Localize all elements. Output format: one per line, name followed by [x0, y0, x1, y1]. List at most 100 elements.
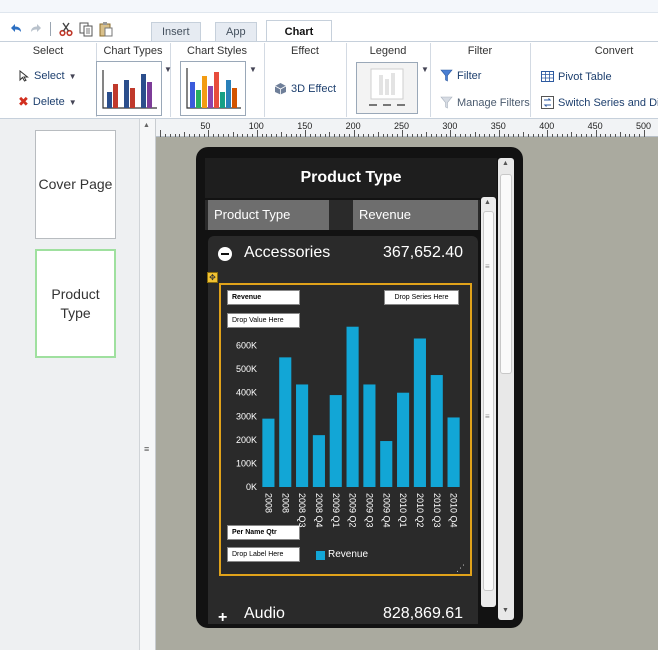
- copy-icon[interactable]: [78, 21, 94, 37]
- select-button[interactable]: Select ▼: [18, 70, 77, 82]
- ruler-tick: [353, 130, 355, 137]
- ruler-tick: [208, 130, 210, 137]
- y-tick-label: 400K: [236, 388, 257, 398]
- scroll-up-icon[interactable]: ▲: [484, 199, 491, 206]
- manage-filters-button[interactable]: Manage Filters: [440, 96, 530, 109]
- pivot-table-label: Pivot Table: [558, 70, 612, 83]
- x-tick-label: 2010 Q1: [398, 493, 408, 528]
- group-effect-title: Effect: [291, 45, 319, 57]
- ruler-tick: [450, 130, 452, 137]
- bar[interactable]: [296, 384, 309, 487]
- table-icon: [541, 71, 554, 82]
- ruler-tick: [595, 130, 597, 137]
- y-tick-label: 300K: [236, 411, 257, 421]
- pointer-icon: [19, 70, 29, 82]
- filter-icon: [440, 69, 453, 82]
- legend-gallery[interactable]: [356, 62, 418, 114]
- move-handle-icon[interactable]: ✥: [207, 272, 218, 283]
- pivot-table-button[interactable]: Pivot Table: [541, 70, 612, 83]
- switch-series-label: Switch Series and Dim: [558, 96, 658, 109]
- tab-insert[interactable]: Insert: [151, 22, 201, 41]
- cut-icon[interactable]: [58, 21, 74, 37]
- y-tick-label: 500K: [236, 364, 257, 374]
- cube-icon: [274, 83, 287, 95]
- redo-icon[interactable]: [28, 21, 44, 37]
- x-tick-label: 2010 Q4: [449, 493, 459, 528]
- chart-style-gallery[interactable]: [180, 61, 246, 116]
- legend-swatch: [316, 551, 325, 560]
- ruler-tick: [256, 130, 258, 137]
- switch-series-button[interactable]: Switch Series and Dim: [541, 96, 658, 109]
- panel-scrollbar[interactable]: ▲ ≡: [139, 119, 155, 650]
- scroll-thumb[interactable]: ≡ ≡: [483, 211, 494, 591]
- legend-label: Revenue: [328, 549, 369, 560]
- device-scrollbar[interactable]: ▲ ▼: [498, 158, 514, 620]
- scroll-thumb[interactable]: [500, 174, 512, 374]
- bar[interactable]: [346, 326, 359, 487]
- bar[interactable]: [380, 441, 393, 487]
- bar[interactable]: [430, 375, 443, 487]
- x-tick-label: 2008: [280, 493, 290, 513]
- chevron-down-icon[interactable]: ▼: [421, 65, 429, 74]
- collapse-icon[interactable]: [218, 247, 232, 261]
- bar[interactable]: [363, 384, 376, 487]
- page-thumbnail-label: Cover Page: [38, 176, 113, 192]
- y-tick-label: 600K: [236, 341, 257, 351]
- group-value: 367,652.40: [383, 244, 464, 261]
- page-thumbnail-cover[interactable]: Cover Page: [35, 130, 116, 239]
- expand-icon[interactable]: +: [218, 609, 227, 627]
- column-header-revenue[interactable]: Revenue: [353, 200, 478, 230]
- group-select-title: Select: [32, 45, 64, 57]
- y-tick-label: 100K: [236, 458, 257, 468]
- scroll-up-icon[interactable]: ▲: [502, 160, 509, 167]
- ruler-tick: [402, 130, 403, 137]
- chart-style-icon: [186, 68, 241, 109]
- column-header-product-type[interactable]: Product Type: [208, 200, 329, 230]
- page-thumbnail-product-type[interactable]: Product Type: [35, 249, 116, 358]
- x-tick-label: 2009 Q4: [381, 493, 391, 528]
- paste-icon[interactable]: [98, 21, 114, 37]
- tab-app[interactable]: App: [215, 22, 257, 41]
- filter-button[interactable]: Filter: [440, 69, 481, 82]
- select-label: Select: [34, 70, 65, 82]
- bar[interactable]: [312, 435, 325, 487]
- bar[interactable]: [262, 418, 275, 487]
- tab-chart[interactable]: Chart: [266, 20, 332, 42]
- switch-icon: [541, 96, 554, 109]
- group-filter-title: Filter: [467, 45, 493, 57]
- group-chart-types-title: Chart Types: [103, 45, 163, 57]
- x-tick-label: 2008 Q4: [314, 493, 324, 528]
- group-convert-title: Convert: [594, 45, 634, 57]
- x-tick-label: 2010 Q3: [432, 493, 442, 528]
- undo-icon[interactable]: [8, 21, 24, 37]
- ruler-tick: [160, 130, 161, 137]
- report-title: Product Type: [205, 158, 497, 198]
- bar[interactable]: [447, 417, 460, 487]
- manage-filters-label: Manage Filters: [457, 96, 530, 109]
- bar[interactable]: [397, 392, 410, 487]
- chart-type-gallery[interactable]: [96, 61, 162, 116]
- 3d-effect-button[interactable]: 3D Effect: [274, 82, 336, 95]
- chevron-down-icon: ▼: [68, 71, 77, 81]
- x-tick-label: 2009 Q3: [364, 493, 374, 528]
- group-legend-title: Legend: [369, 45, 407, 57]
- grip-icon[interactable]: ≡: [144, 444, 149, 454]
- chevron-down-icon[interactable]: ▼: [164, 65, 172, 74]
- group-value: 828,869.61: [383, 605, 464, 622]
- chevron-down-icon[interactable]: ▼: [249, 65, 257, 74]
- chevron-down-icon: ▼: [68, 97, 77, 107]
- scroll-up-icon[interactable]: ▲: [143, 122, 150, 129]
- scroll-down-icon[interactable]: ▼: [502, 607, 509, 614]
- filter-label: Filter: [457, 69, 482, 82]
- group-name: Accessories: [244, 244, 331, 261]
- grip-icon: ≡: [485, 412, 490, 421]
- report-scrollbar[interactable]: ▲ ≡ ≡: [481, 197, 496, 607]
- group-chart-styles-title: Chart Styles: [187, 45, 247, 57]
- resize-grip-icon[interactable]: ⋰: [456, 563, 465, 574]
- x-tick-label: 2008: [263, 493, 273, 513]
- bar[interactable]: [279, 357, 292, 487]
- bar[interactable]: [329, 395, 342, 487]
- bar[interactable]: [413, 338, 426, 488]
- delete-button[interactable]: ✖ Delete ▼: [18, 95, 77, 108]
- window-top-strip: [0, 0, 658, 13]
